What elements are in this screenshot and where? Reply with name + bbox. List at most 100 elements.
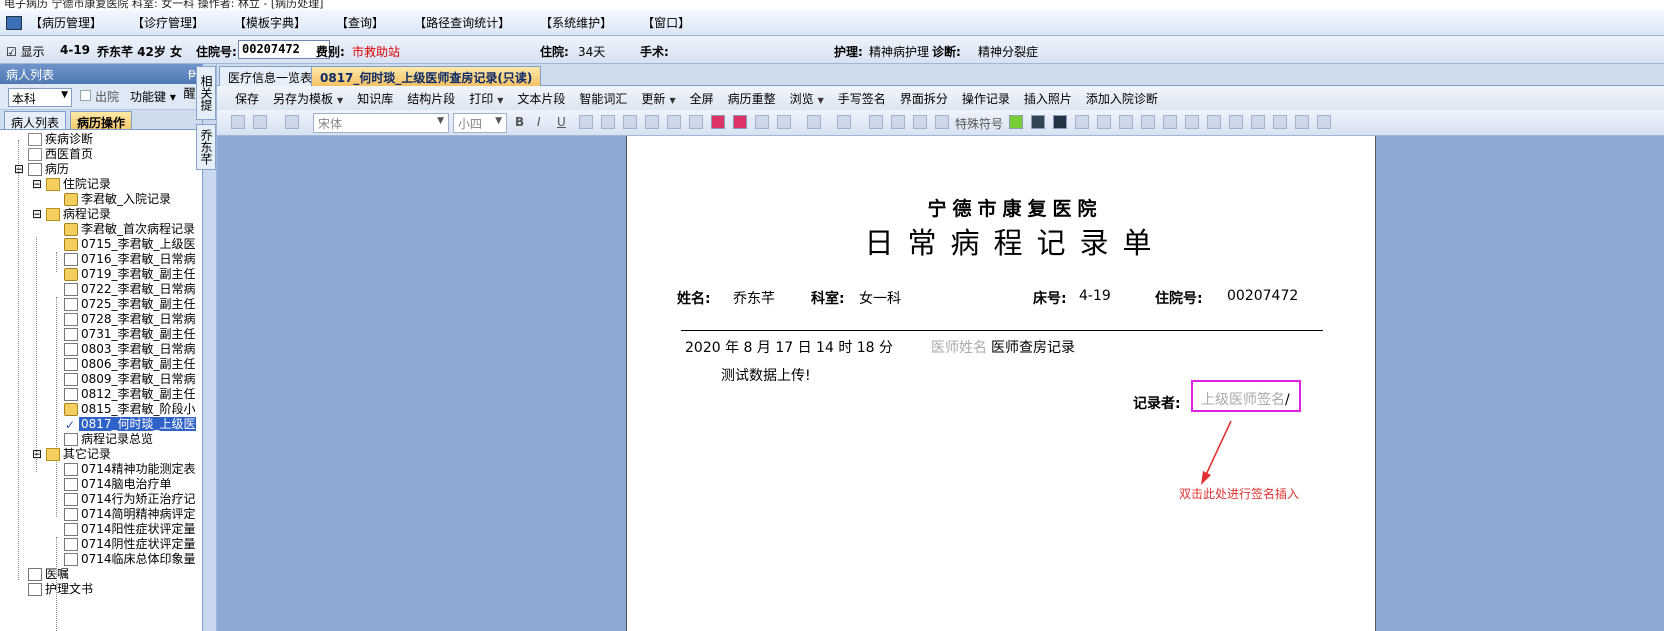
handwritten-signature-button[interactable]: 手写签名 xyxy=(838,90,886,107)
smart-vocab-button[interactable]: 智能词汇 xyxy=(579,90,627,107)
show-checkbox[interactable]: ☑ 显示 xyxy=(6,43,45,60)
structure-fragment-button[interactable]: 结构片段 xyxy=(407,90,455,107)
table-icon[interactable] xyxy=(1251,115,1265,129)
tree-leaf[interactable]: 0812_李君敏_副主任医 xyxy=(64,387,196,402)
tree-leaf[interactable]: 0714临床总体印象量表 xyxy=(64,552,196,567)
save-as-template-button[interactable]: 另存为模板 ▼ xyxy=(273,90,343,107)
search-icon[interactable] xyxy=(1031,115,1045,129)
tree-node-records[interactable]: ⊟ 病历 xyxy=(14,162,69,177)
tree-node-front-page[interactable]: 西医首页 xyxy=(28,147,93,162)
tab-current-record[interactable]: 0817_何时琰_上级医师查房记录(只读) xyxy=(311,66,542,86)
menu-template-dict[interactable]: 【模板字典】 xyxy=(234,14,306,31)
text-fragment-button[interactable]: 文本片段 xyxy=(517,90,565,107)
tab-related-reminder[interactable]: 相关提醒 xyxy=(182,66,216,120)
table-icon[interactable] xyxy=(1163,115,1177,129)
tree-leaf[interactable]: 0714行为矫正治疗记录 xyxy=(64,492,196,507)
record-body[interactable]: 测试数据上传! xyxy=(721,365,811,385)
save-button[interactable]: 保存 xyxy=(235,90,259,107)
tree-leaf[interactable]: 0714精神功能测定表 xyxy=(64,462,196,477)
table-icon[interactable] xyxy=(1141,115,1155,129)
table-icon[interactable] xyxy=(1273,115,1287,129)
font-size-down-icon[interactable] xyxy=(891,115,905,129)
menu-path-stats[interactable]: 【路径查询统计】 xyxy=(414,14,510,31)
format-painter-icon[interactable] xyxy=(755,115,769,129)
tree-leaf-selected[interactable]: ✓ 0817_何时琰_上级医师 xyxy=(64,417,196,432)
outdent-icon[interactable] xyxy=(711,115,725,129)
indent-red-icon[interactable] xyxy=(733,115,747,129)
tab-patient-name[interactable]: 乔东芊 xyxy=(196,124,216,170)
browse-button[interactable]: 浏览 ▼ xyxy=(790,90,824,107)
tree-node-other[interactable]: ⊟ 其它记录 xyxy=(32,447,111,462)
knowledge-base-button[interactable]: 知识库 xyxy=(357,90,393,107)
list-icon[interactable] xyxy=(667,115,681,129)
tree-node-orders[interactable]: 医嘱 xyxy=(28,567,69,582)
insert-photo-button[interactable]: 插入照片 xyxy=(1024,90,1072,107)
tree-leaf[interactable]: 0714简明精神病评定量 xyxy=(64,507,196,522)
highlight-icon[interactable] xyxy=(837,115,851,129)
print-button[interactable]: 打印 ▼ xyxy=(469,90,503,107)
dept-select[interactable]: 本科 ▼ xyxy=(8,88,72,107)
tree-leaf[interactable]: 0719_李君敏_副主任医 xyxy=(64,267,196,282)
tree-node-nursing[interactable]: 护理文书 xyxy=(28,582,93,597)
binoculars-icon[interactable] xyxy=(1053,115,1067,129)
tab-record-ops[interactable]: 病历操作 xyxy=(70,111,133,130)
record-reorganize-button[interactable]: 病历重整 xyxy=(728,90,776,107)
tree-leaf[interactable]: 0809_李君敏_日常病程 xyxy=(64,372,196,387)
table-icon[interactable] xyxy=(1119,115,1133,129)
fullscreen-button[interactable]: 全屏 xyxy=(690,90,714,107)
tree-node-progress[interactable]: ⊟ 病程记录 xyxy=(32,207,111,222)
save-icon[interactable] xyxy=(231,115,245,129)
bold-icon[interactable]: B xyxy=(515,115,524,129)
special-symbol-button[interactable]: 特殊符号 xyxy=(955,115,1003,132)
update-button[interactable]: 更新 ▼ xyxy=(641,90,675,107)
strikethrough-icon[interactable] xyxy=(807,115,821,129)
tab-medical-info[interactable]: 医疗信息一览表 xyxy=(219,66,322,86)
underline-icon[interactable]: U xyxy=(557,115,566,129)
font-color-icon[interactable] xyxy=(777,115,791,129)
font-family-select[interactable]: 宋体 ▼ xyxy=(313,113,449,133)
tab-patient-list[interactable]: 病人列表 xyxy=(4,111,67,130)
menu-window[interactable]: 【窗口】 xyxy=(642,14,690,31)
tree-leaf[interactable]: 0715_李君敏_上级医师 xyxy=(64,237,196,252)
table-icon[interactable] xyxy=(1295,115,1309,129)
tree-leaf[interactable]: 0722_李君敏_日常病程 xyxy=(64,282,196,297)
scissors-icon[interactable] xyxy=(935,115,949,129)
align-left-icon[interactable] xyxy=(579,115,593,129)
indent-icon[interactable] xyxy=(689,115,703,129)
tree-leaf[interactable]: 0731_李君敏_副主任医 xyxy=(64,327,196,342)
redo-icon[interactable] xyxy=(285,115,299,129)
table-icon[interactable] xyxy=(1229,115,1243,129)
discharged-checkbox[interactable] xyxy=(80,90,91,101)
tree-leaf[interactable]: 病程记录总览 xyxy=(64,432,153,447)
align-right-icon[interactable] xyxy=(623,115,637,129)
pin-icon[interactable]: ᵽ xyxy=(188,66,196,80)
tree-leaf[interactable]: 0714阴性症状评定量表 xyxy=(64,537,196,552)
split-view-button[interactable]: 界面拆分 xyxy=(900,90,948,107)
table-icon[interactable] xyxy=(1075,115,1089,129)
tree-leaf[interactable]: 0725_李君敏_副主任医 xyxy=(64,297,196,312)
insert-table-icon[interactable] xyxy=(1009,115,1023,129)
table-icon[interactable] xyxy=(1185,115,1199,129)
tree-leaf[interactable]: 0714脑电治疗单 xyxy=(64,477,172,492)
doctor-name-placeholder[interactable]: 医师姓名 xyxy=(931,337,987,357)
tree-leaf[interactable]: 0728_李君敏_日常病程 xyxy=(64,312,196,327)
move-icon[interactable] xyxy=(1317,115,1331,129)
tree-leaf[interactable]: 0803_李君敏_日常病程 xyxy=(64,342,196,357)
app-icon[interactable]: . xyxy=(6,15,22,30)
justify-icon[interactable] xyxy=(645,115,659,129)
tree-node-admission[interactable]: ⊟ 住院记录 xyxy=(32,177,111,192)
operation-log-button[interactable]: 操作记录 xyxy=(962,90,1010,107)
font-size-select[interactable]: 小四 ▼ xyxy=(453,113,507,133)
tree-node-diagnosis[interactable]: 疾病诊断 xyxy=(28,132,93,147)
italic-icon[interactable]: I xyxy=(537,115,541,129)
function-key-button[interactable]: 功能键 ▾ xyxy=(130,88,176,105)
tree-leaf[interactable]: 0806_李君敏_副主任医 xyxy=(64,357,196,372)
menu-system[interactable]: 【系统维护】 xyxy=(540,14,612,31)
table-icon[interactable] xyxy=(1097,115,1111,129)
tree-leaf[interactable]: 李君敏_入院记录 xyxy=(64,192,171,207)
signature-field[interactable]: 上级医师签名/ xyxy=(1191,380,1301,412)
superscript-icon[interactable] xyxy=(913,115,927,129)
tree-leaf[interactable]: 0716_李君敏_日常病程 xyxy=(64,252,196,267)
add-admission-diagnosis-button[interactable]: 添加入院诊断 xyxy=(1086,90,1158,107)
tree-leaf[interactable]: 李君敏_首次病程记录 xyxy=(64,222,195,237)
